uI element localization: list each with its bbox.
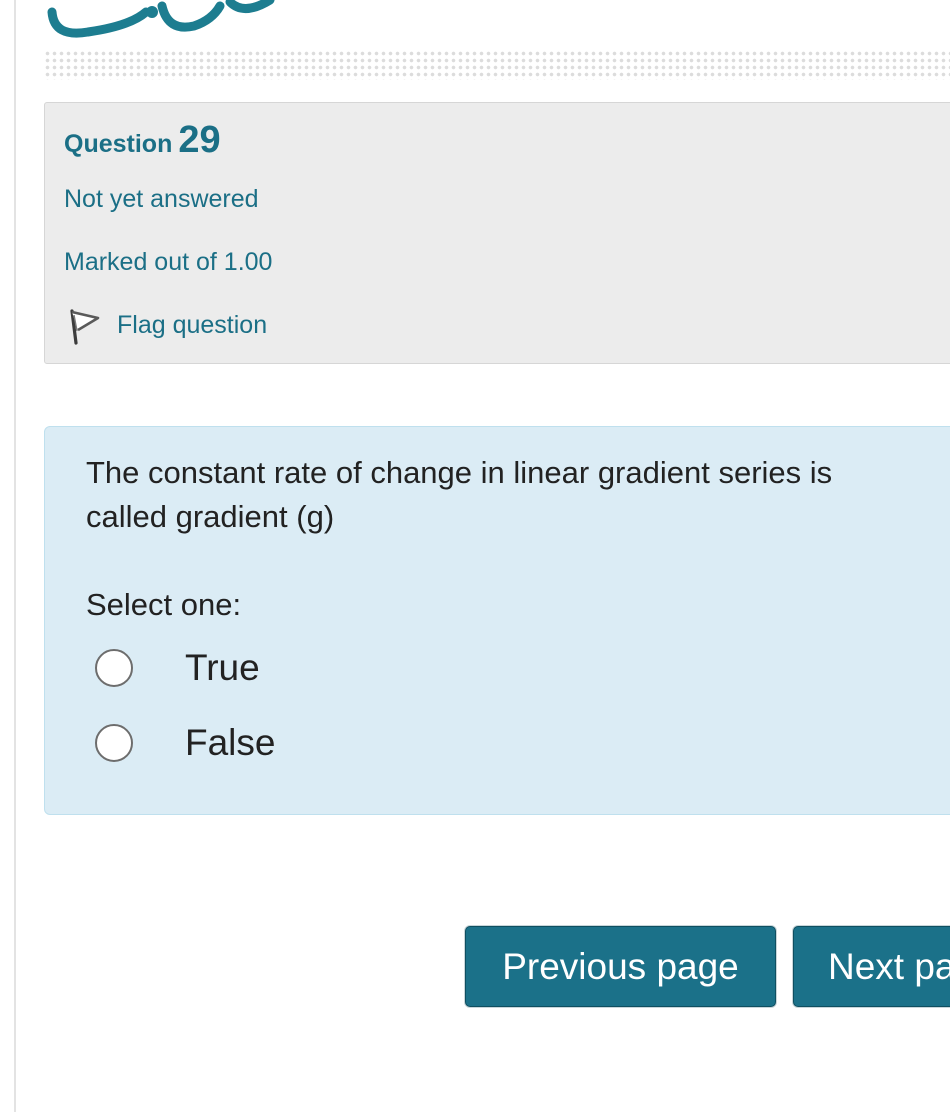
question-content-panel: The constant rate of change in linear gr… — [44, 426, 950, 815]
previous-page-button[interactable]: Previous page — [465, 926, 776, 1007]
flag-icon — [70, 309, 100, 345]
option-true-radio[interactable] — [95, 649, 133, 687]
flag-question-link[interactable]: Flag question — [67, 305, 267, 345]
question-state: Not yet answered — [64, 185, 259, 213]
next-page-button[interactable]: Next page — [793, 926, 950, 1007]
question-text: The constant rate of change in linear gr… — [86, 455, 833, 534]
answer-prompt: Select one: — [86, 587, 242, 622]
dotted-divider — [44, 50, 950, 80]
question-label: Question — [64, 130, 173, 158]
page-left-border — [14, 0, 16, 1112]
option-true-label[interactable]: True — [185, 647, 260, 689]
site-logo — [47, 0, 275, 38]
option-true[interactable]: True — [95, 645, 260, 691]
option-false[interactable]: False — [95, 720, 275, 766]
option-false-label[interactable]: False — [185, 722, 275, 764]
question-grade: Marked out of 1.00 — [64, 248, 273, 276]
option-false-radio[interactable] — [95, 724, 133, 762]
question-info-panel: Question 29 Not yet answered Marked out o… — [44, 102, 950, 364]
question-heading: Question 29 — [64, 119, 221, 162]
question-number: 29 — [178, 119, 221, 161]
flag-question-label: Flag question — [117, 310, 268, 339]
quiz-page: Question 29 Not yet answered Marked out o… — [0, 0, 950, 1112]
